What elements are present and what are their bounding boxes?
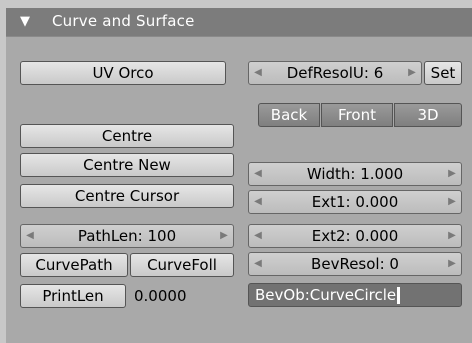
width-field[interactable]: ◀ Width: 1.000 ▶ bbox=[248, 162, 462, 186]
curvepath-button[interactable]: CurvePath bbox=[20, 253, 128, 277]
increment-arrow-icon[interactable]: ▶ bbox=[405, 62, 419, 84]
decrement-arrow-icon[interactable]: ◀ bbox=[251, 253, 265, 275]
decrement-arrow-icon[interactable]: ◀ bbox=[23, 225, 37, 247]
text-cursor bbox=[397, 287, 401, 304]
increment-arrow-icon[interactable]: ▶ bbox=[217, 225, 231, 247]
decrement-arrow-icon[interactable]: ◀ bbox=[251, 163, 265, 185]
decrement-arrow-icon[interactable]: ◀ bbox=[251, 225, 265, 247]
increment-arrow-icon[interactable]: ▶ bbox=[445, 225, 459, 247]
increment-arrow-icon[interactable]: ▶ bbox=[445, 253, 459, 275]
bevob-value: BevOb:CurveCircle bbox=[255, 286, 397, 304]
uv-orco-button[interactable]: UV Orco bbox=[20, 61, 226, 85]
set-button[interactable]: Set bbox=[424, 61, 462, 85]
bevob-input[interactable]: BevOb:CurveCircle bbox=[248, 283, 462, 307]
centre-new-button[interactable]: Centre New bbox=[20, 153, 234, 177]
ext1-label: Ext1: 0.000 bbox=[311, 193, 399, 211]
ext1-field[interactable]: ◀ Ext1: 0.000 ▶ bbox=[248, 190, 462, 214]
defresolu-field[interactable]: ◀ DefResolU: 6 ▶ bbox=[248, 61, 422, 85]
increment-arrow-icon[interactable]: ▶ bbox=[445, 191, 459, 213]
decrement-arrow-icon[interactable]: ◀ bbox=[251, 62, 265, 84]
curvefoll-button[interactable]: CurveFoll bbox=[130, 253, 234, 277]
centre-button[interactable]: Centre bbox=[20, 124, 234, 148]
increment-arrow-icon[interactable]: ▶ bbox=[445, 163, 459, 185]
collapse-triangle-icon[interactable]: ▼ bbox=[20, 14, 30, 29]
ext2-field[interactable]: ◀ Ext2: 0.000 ▶ bbox=[248, 224, 462, 248]
panel-header[interactable]: ▼ Curve and Surface bbox=[6, 8, 472, 37]
decrement-arrow-icon[interactable]: ◀ bbox=[251, 191, 265, 213]
bevresol-field[interactable]: ◀ BevResol: 0 ▶ bbox=[248, 252, 462, 276]
defresolu-label: DefResolU: 6 bbox=[286, 64, 384, 82]
width-label: Width: 1.000 bbox=[306, 165, 404, 183]
3d-toggle[interactable]: 3D bbox=[394, 103, 462, 127]
printlen-value: 0.0000 bbox=[134, 287, 187, 305]
bevresol-label: BevResol: 0 bbox=[311, 255, 399, 273]
front-toggle[interactable]: Front bbox=[321, 103, 393, 127]
panel-title: Curve and Surface bbox=[52, 12, 195, 30]
pathlen-label: PathLen: 100 bbox=[77, 227, 177, 245]
back-toggle[interactable]: Back bbox=[258, 103, 320, 127]
printlen-button[interactable]: PrintLen bbox=[20, 284, 126, 308]
ext2-label: Ext2: 0.000 bbox=[311, 227, 399, 245]
pathlen-field[interactable]: ◀ PathLen: 100 ▶ bbox=[20, 224, 234, 248]
centre-cursor-button[interactable]: Centre Cursor bbox=[20, 184, 234, 208]
